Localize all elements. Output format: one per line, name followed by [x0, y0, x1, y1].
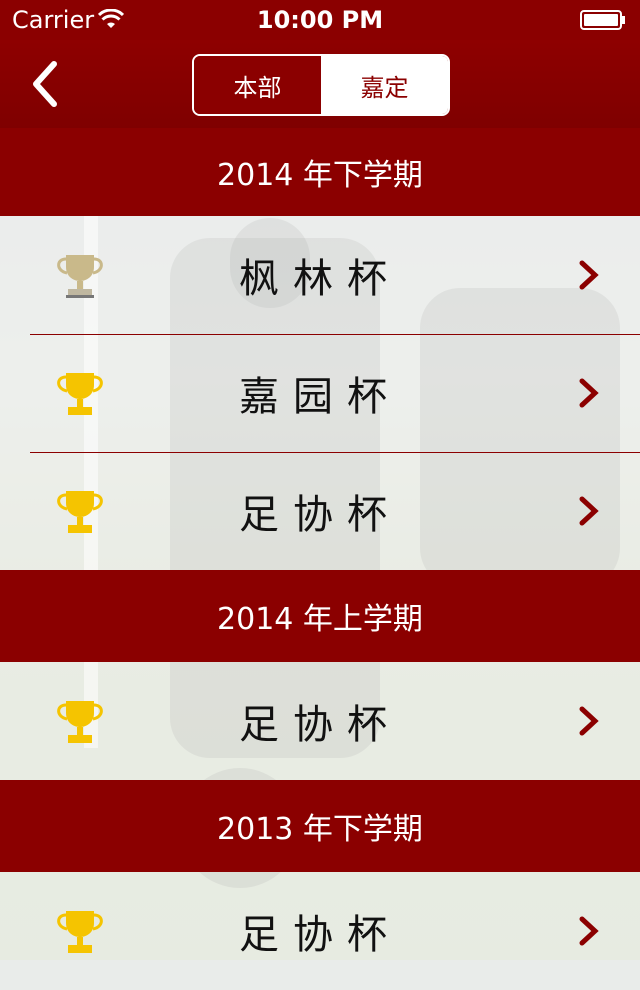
chevron-right-icon [579, 706, 599, 736]
gold-trophy-icon [57, 701, 103, 743]
chevron-right-icon [579, 916, 599, 946]
cup-name: 枫林杯 [239, 256, 401, 302]
back-button[interactable] [24, 56, 74, 112]
segment-benbu[interactable]: 本部 [194, 56, 321, 114]
navigation-bar: 本部 嘉定 [0, 40, 640, 128]
section-header: 2014 年上学期 [0, 570, 640, 662]
cup-name: 嘉园杯 [239, 374, 401, 420]
list-item[interactable]: 足协杯 [0, 872, 640, 990]
list-item[interactable]: 嘉园杯 [0, 334, 640, 452]
cup-name: 足协杯 [239, 492, 401, 538]
gold-trophy-icon [57, 911, 103, 953]
chevron-right-icon [579, 260, 599, 290]
cup-list: 2014 年下学期 枫林杯 嘉园杯 足协杯 2014 年上学期 足协杯 2013… [0, 128, 640, 990]
list-item[interactable]: 枫林杯 [0, 216, 640, 334]
cup-name: 足协杯 [239, 702, 401, 748]
status-time: 10:00 PM [256, 6, 384, 34]
chevron-left-icon [33, 61, 57, 107]
list-item[interactable]: 足协杯 [0, 452, 640, 570]
campus-segmented-control: 本部 嘉定 [192, 54, 450, 116]
list-item[interactable]: 足协杯 [0, 662, 640, 780]
battery-icon [580, 10, 625, 30]
gold-trophy-icon [57, 491, 103, 533]
status-bar: Carrier 10:00 PM [0, 0, 640, 40]
cup-name: 足协杯 [239, 912, 401, 958]
gold-trophy-icon [57, 373, 103, 415]
section-header: 2014 年下学期 [0, 128, 640, 216]
silver-trophy-icon [57, 255, 103, 298]
section-header: 2013 年下学期 [0, 780, 640, 872]
chevron-right-icon [579, 378, 599, 408]
chevron-right-icon [579, 496, 599, 526]
segment-jiading[interactable]: 嘉定 [321, 56, 448, 114]
